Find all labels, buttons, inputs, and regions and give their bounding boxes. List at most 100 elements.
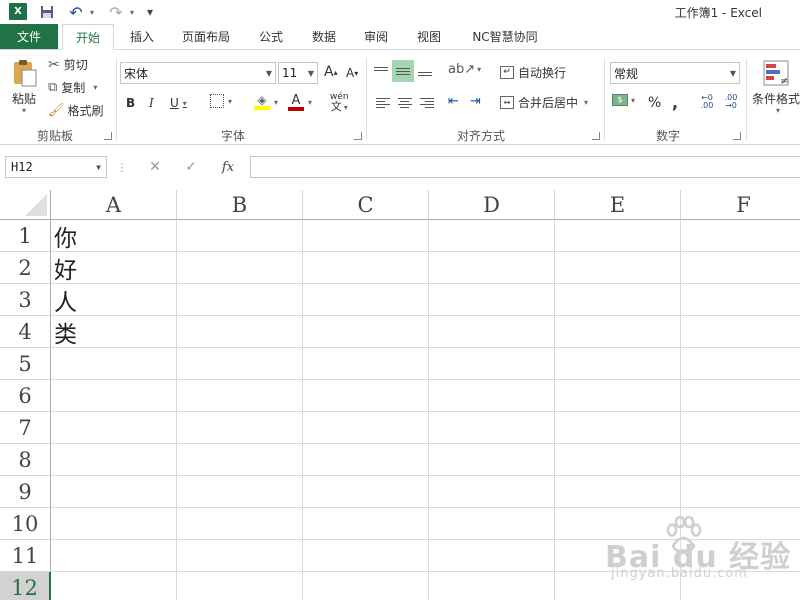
copy-button[interactable]: ⧉ 复制 ▾	[48, 79, 97, 96]
border-icon	[210, 94, 224, 108]
conditional-format-button[interactable]: 条件格式	[752, 90, 800, 107]
paste-button[interactable]: 粘贴	[12, 90, 36, 107]
font-size-value: 11	[282, 66, 298, 80]
tab-page-layout[interactable]: 页面布局	[172, 24, 240, 49]
column-header-c[interactable]: C	[303, 190, 429, 220]
align-top-icon[interactable]	[372, 61, 390, 79]
row-header-3[interactable]: 3	[0, 284, 51, 316]
column-header-e[interactable]: E	[555, 190, 681, 220]
select-all-button[interactable]	[0, 190, 51, 220]
gridline-horizontal	[51, 251, 800, 252]
paste-dropdown-icon[interactable]: ▾	[20, 106, 26, 115]
cell-a3[interactable]: 人	[54, 284, 77, 316]
orientation-button[interactable]: ab↗ ▾	[448, 62, 481, 77]
name-box[interactable]: H12 ▼	[5, 156, 107, 178]
font-group-label: 字体	[220, 129, 245, 143]
tab-file[interactable]: 文件	[0, 24, 58, 49]
comma-button[interactable]: ,	[672, 93, 678, 112]
insert-function-icon[interactable]: fx	[216, 156, 240, 178]
undo-icon[interactable]: ↶	[66, 3, 86, 22]
shrink-font-button[interactable]: A ▾	[346, 66, 358, 80]
font-name-combo[interactable]: 宋体 ▼	[120, 62, 276, 84]
align-bottom-icon[interactable]	[416, 63, 434, 81]
copy-icon: ⧉	[48, 80, 58, 95]
redo-icon[interactable]: ↷	[106, 3, 126, 22]
underline-label: U	[170, 96, 179, 110]
row-header-2[interactable]: 2	[0, 252, 51, 284]
align-middle-icon[interactable]	[392, 60, 414, 82]
gridline-horizontal	[51, 315, 800, 316]
fill-bucket-icon: ◈	[254, 94, 270, 110]
tab-review[interactable]: 审阅	[354, 24, 398, 49]
row-header-12[interactable]: 12	[0, 572, 51, 600]
format-painter-button[interactable]: 🖌 格式刷	[48, 102, 104, 119]
increase-decimal-button[interactable]: ←0 .00	[696, 94, 718, 110]
row-header-9[interactable]: 9	[0, 476, 51, 508]
row-header-11[interactable]: 11	[0, 540, 51, 572]
formula-input[interactable]	[250, 156, 800, 178]
gridline-horizontal	[51, 475, 800, 476]
align-right-icon[interactable]	[418, 94, 436, 112]
tab-data[interactable]: 数据	[302, 24, 346, 49]
tab-nc[interactable]: NC智慧协同	[460, 24, 550, 49]
undo-dropdown-icon[interactable]: ▾	[86, 3, 96, 21]
alignment-launcher-icon[interactable]	[592, 132, 600, 140]
row-header-5[interactable]: 5	[0, 348, 51, 380]
decrease-indent-icon[interactable]: ⇤	[448, 94, 459, 109]
column-header-b[interactable]: B	[177, 190, 303, 220]
underline-button[interactable]: U ▾	[170, 96, 187, 110]
merge-center-button[interactable]: ↔ 合并后居中 ▾	[500, 94, 588, 111]
wrap-text-button[interactable]: ↵ 自动换行	[500, 64, 566, 81]
border-button[interactable]: ▾	[210, 94, 232, 108]
cell-a2[interactable]: 好	[54, 252, 77, 284]
formula-bar: H12 ▼ ⋮ ✕ ✓ fx	[0, 151, 800, 183]
conditional-format-dropdown-icon[interactable]: ▾	[774, 106, 780, 115]
align-center-icon[interactable]	[396, 94, 414, 112]
accounting-format-button[interactable]: $ ▾	[612, 94, 635, 106]
redo-dropdown-icon[interactable]: ▾	[126, 3, 136, 21]
name-box-value: H12	[11, 160, 33, 174]
title-bar: X ↶ ▾ ↷ ▾ ▾ 工作簿1 - Excel	[0, 0, 800, 24]
formula-bar-grip-icon[interactable]: ⋮	[116, 156, 128, 178]
tab-insert[interactable]: 插入	[118, 24, 166, 49]
conditional-format-icon[interactable]: ≠	[762, 58, 792, 88]
column-header-a[interactable]: A	[51, 190, 177, 220]
italic-button[interactable]: I	[149, 96, 154, 110]
number-format-combo[interactable]: 常规 ▼	[610, 62, 740, 84]
row-header-8[interactable]: 8	[0, 444, 51, 476]
font-color-button[interactable]: A ▾	[288, 94, 312, 111]
fill-color-button[interactable]: ◈ ▾	[254, 94, 278, 110]
increase-indent-icon[interactable]: ⇥	[470, 94, 481, 109]
cancel-icon[interactable]: ✕	[144, 156, 166, 178]
row-header-4[interactable]: 4	[0, 316, 51, 348]
clipboard-launcher-icon[interactable]	[104, 132, 112, 140]
row-header-7[interactable]: 7	[0, 412, 51, 444]
row-header-10[interactable]: 10	[0, 508, 51, 540]
save-icon[interactable]	[38, 3, 56, 21]
gridline-vertical	[428, 220, 429, 600]
column-header-d[interactable]: D	[429, 190, 555, 220]
tab-formulas[interactable]: 公式	[248, 24, 294, 49]
percent-button[interactable]: %	[648, 95, 661, 111]
paste-icon[interactable]	[10, 58, 40, 88]
row-header-6[interactable]: 6	[0, 380, 51, 412]
cut-button[interactable]: ✂ 剪切	[48, 56, 88, 73]
bold-button[interactable]: B	[126, 96, 135, 110]
customize-qat-icon[interactable]: ▾	[144, 3, 156, 21]
decrease-decimal-button[interactable]: .00 →0	[720, 94, 742, 110]
phonetic-button[interactable]: wén 文 ▾	[330, 92, 349, 113]
font-size-combo[interactable]: 11 ▼	[278, 62, 318, 84]
cell-a1[interactable]: 你	[54, 220, 77, 252]
grow-font-button[interactable]: A ▴	[324, 64, 338, 80]
align-left-icon[interactable]	[374, 94, 392, 112]
font-launcher-icon[interactable]	[354, 132, 362, 140]
cell-a4[interactable]: 类	[54, 316, 77, 348]
column-header-f[interactable]: F	[681, 190, 800, 220]
tab-view[interactable]: 视图	[406, 24, 452, 49]
tab-home[interactable]: 开始	[62, 24, 114, 50]
scissors-icon: ✂	[48, 56, 60, 73]
confirm-icon[interactable]: ✓	[180, 156, 202, 178]
number-launcher-icon[interactable]	[733, 132, 741, 140]
font-name-value: 宋体	[124, 66, 149, 81]
row-header-1[interactable]: 1	[0, 220, 51, 252]
